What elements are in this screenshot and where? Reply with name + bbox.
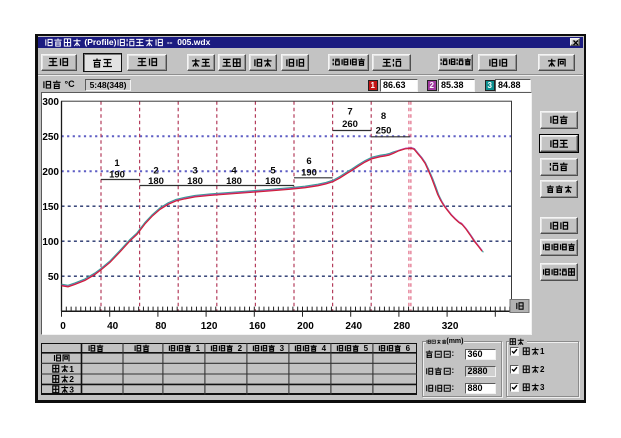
svg-text:300: 300 <box>42 97 59 108</box>
svg-text:100: 100 <box>42 237 59 248</box>
svg-text:150: 150 <box>42 202 59 213</box>
svg-text:1: 1 <box>196 344 201 353</box>
svg-text:40: 40 <box>107 321 119 332</box>
svg-text:1: 1 <box>69 364 74 374</box>
svg-text:6: 6 <box>306 156 311 167</box>
svg-text:240: 240 <box>345 321 362 332</box>
svg-text:7: 7 <box>347 107 352 118</box>
svg-text:1: 1 <box>114 158 120 169</box>
svg-text:180: 180 <box>148 176 164 187</box>
svg-text:4: 4 <box>322 344 327 353</box>
svg-text:50: 50 <box>48 272 60 283</box>
svg-text:180: 180 <box>265 176 281 187</box>
svg-text:200: 200 <box>42 167 59 178</box>
svg-text:3: 3 <box>69 385 74 395</box>
svg-text:8: 8 <box>381 111 386 122</box>
svg-text:3: 3 <box>280 344 285 353</box>
svg-text:180: 180 <box>226 176 242 187</box>
svg-text:6: 6 <box>406 344 411 353</box>
svg-text:2: 2 <box>238 344 243 353</box>
svg-text:5: 5 <box>364 344 369 353</box>
svg-text:190: 190 <box>109 170 125 181</box>
svg-text:0: 0 <box>60 321 66 332</box>
svg-text:200: 200 <box>297 321 314 332</box>
svg-text:250: 250 <box>376 126 392 137</box>
svg-text:160: 160 <box>249 321 266 332</box>
svg-text:280: 280 <box>394 321 411 332</box>
svg-text:2: 2 <box>69 374 74 384</box>
svg-text:190: 190 <box>301 168 317 179</box>
svg-text:180: 180 <box>187 176 203 187</box>
svg-text:80: 80 <box>155 321 167 332</box>
svg-text:320: 320 <box>442 321 459 332</box>
svg-text:250: 250 <box>42 132 59 143</box>
svg-text:120: 120 <box>201 321 218 332</box>
svg-text:260: 260 <box>342 119 358 130</box>
